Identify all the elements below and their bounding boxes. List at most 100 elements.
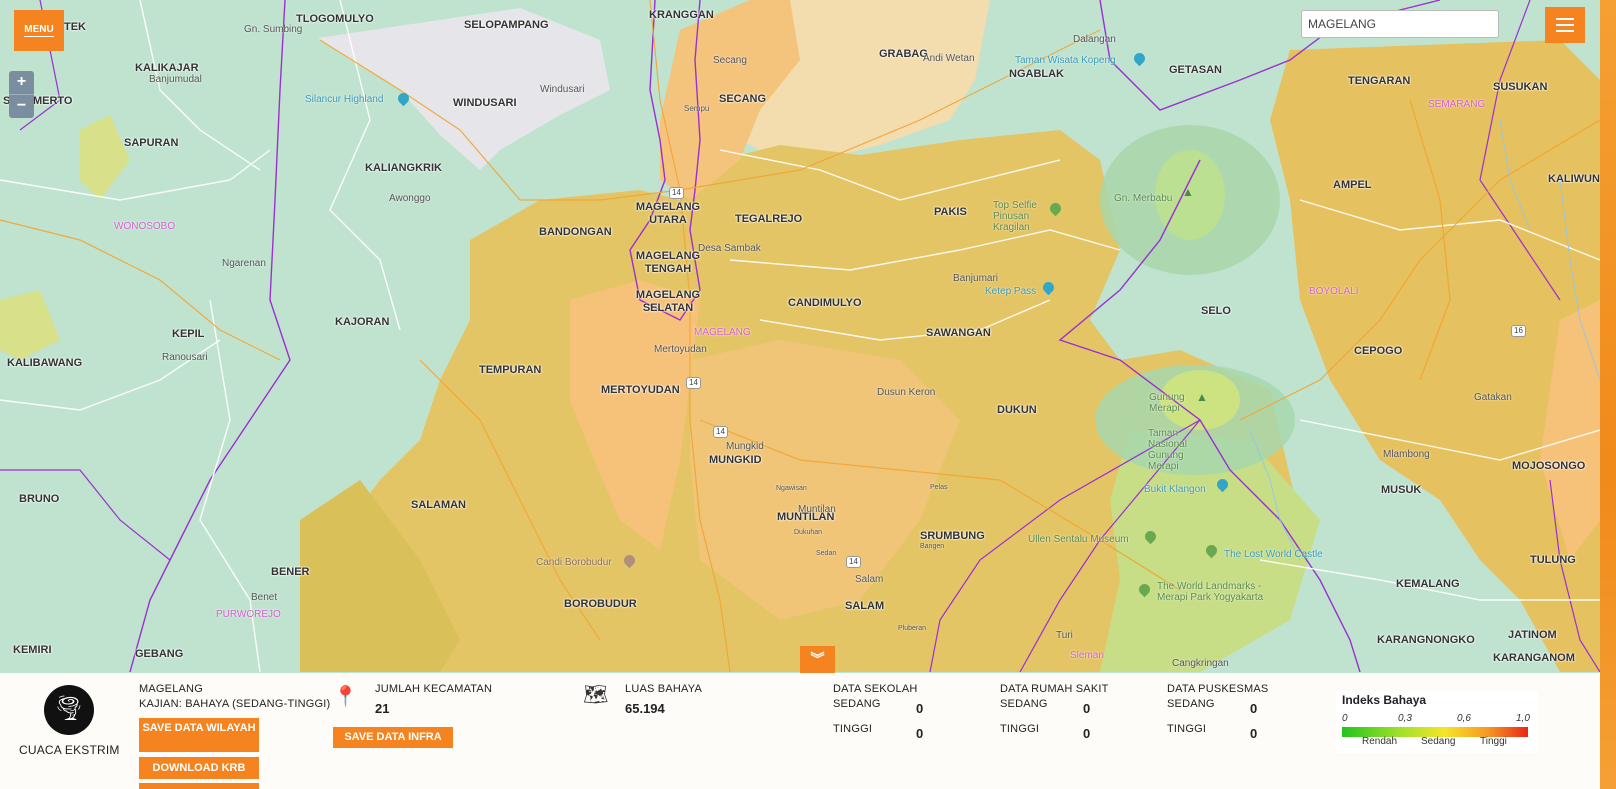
more-button[interactable] [139, 783, 259, 789]
legend-tick: 1,0 [1516, 713, 1530, 724]
town-label: KALIWUNGU [1548, 173, 1600, 185]
map-fold-icon: 🗺 [583, 684, 609, 706]
zoom-out-button[interactable]: − [9, 95, 34, 118]
download-krb-button[interactable]: DOWNLOAD KRB [139, 757, 259, 779]
town-label: KALIBAWANG [7, 357, 83, 369]
poi-label: Top Selfie Pinusan Kragilan [993, 200, 1037, 233]
poi-label: Gunung Merapi [1149, 392, 1185, 414]
town-label: BOROBUDUR [564, 598, 637, 610]
sekolah-tinggi-label: TINGGI [833, 723, 873, 735]
chevron-down-double-icon: ︾ [810, 651, 825, 667]
sekolah-sedang-value: 0 [916, 701, 924, 716]
sekolah-tinggi-value: 0 [916, 726, 924, 741]
hazard-map[interactable]: TEK TLOGOMULYO SELOPAMPANG KRANGGAN GRAB… [0, 0, 1600, 672]
place-label: Mungkid [726, 441, 764, 452]
town-label: TLOGOMULYO [296, 13, 374, 25]
town-label: SALAM [845, 600, 885, 612]
place-label: Dusun Keron [877, 387, 936, 398]
place-label: Benet [251, 592, 278, 603]
town-label: KEMALANG [1396, 578, 1460, 590]
volcano-icon: ▲ [1196, 390, 1208, 404]
zoom-control: + − [9, 71, 34, 118]
place-label: Ranousari [162, 352, 208, 363]
place-label: Awonggo [389, 193, 431, 204]
town-label: DUKUN [997, 404, 1037, 416]
road-shield: 14 [713, 426, 728, 438]
jumlah-kecamatan-value: 21 [375, 701, 390, 716]
legend-label: Sedang [1421, 736, 1456, 747]
collapse-panel-button[interactable]: ︾ [800, 646, 835, 673]
town-label: MUSUK [1381, 484, 1422, 496]
hamburger-line [1556, 30, 1574, 32]
regency-label: PURWOREJO [216, 609, 281, 620]
town-label: KARANGANOM [1493, 652, 1575, 664]
regency-label: SEMARANG [1428, 99, 1486, 110]
location-search-input[interactable] [1301, 10, 1499, 38]
rumah-sakit-title: DATA RUMAH SAKIT [1000, 683, 1109, 695]
place-label: Turi [1056, 630, 1073, 641]
poi-label: The World Landmarks - Merapi Park Yogyak… [1157, 581, 1264, 603]
poi-label: Ullen Sentalu Museum [1028, 534, 1129, 545]
town-label: MAGELANG SELATAN [635, 289, 701, 314]
town-label: CEPOGO [1354, 345, 1403, 357]
zoom-in-button[interactable]: + [9, 71, 34, 95]
place-label: Desa Sambak [698, 243, 761, 254]
town-label: SAPURAN [124, 137, 179, 149]
place-label: Gatakan [1474, 392, 1512, 403]
place-label: Mertoyudan [654, 344, 707, 355]
town-label: TENGARAN [1348, 75, 1411, 87]
town-label: AMPEL [1333, 179, 1372, 191]
puskesmas-sedang-label: SEDANG [1167, 698, 1215, 710]
puskesmas-title: DATA PUSKESMAS [1167, 683, 1269, 695]
save-infra-button[interactable]: SAVE DATA INFRA [333, 727, 453, 748]
luas-bahaya-label: LUAS BAHAYA [625, 683, 702, 695]
poi-label: The Lost World Castle [1224, 549, 1323, 560]
poi-label: Silancur Highland [305, 94, 384, 105]
legend-tick: 0,6 [1457, 713, 1471, 724]
road-shield: 14 [846, 556, 861, 568]
town-label: TEMPURAN [479, 364, 542, 376]
place-label: Windusari [540, 84, 585, 95]
hazard-index-legend: Indeks Bahaya 0 0,3 0,6 1,0 Rendah Sedan… [1336, 691, 1538, 753]
town-label: GEBANG [135, 648, 184, 660]
rumah-sakit-sedang-label: SEDANG [1000, 698, 1048, 710]
menu-button-label: MENU [24, 24, 54, 37]
town-label: KAJORAN [335, 316, 390, 328]
menu-button[interactable]: MENU [14, 10, 64, 51]
town-label: MERTOYUDAN [601, 384, 680, 396]
place-label: Ngarenan [222, 258, 266, 269]
regency-label: BOYOLALI [1309, 286, 1359, 297]
volcano-icon: ▲ [1182, 185, 1194, 199]
town-label: KARANGNONGKO [1377, 634, 1475, 646]
place-label: Andi Wetan [923, 53, 975, 64]
town-label: KEPIL [172, 328, 205, 340]
poi-label: Candi Borobudur [536, 557, 612, 568]
town-label: SELOPAMPANG [464, 19, 549, 31]
poi-label: Taman Nasional Gunung Merapi [1148, 428, 1187, 472]
place-label: Pluberan [898, 625, 927, 632]
place-label: Secang [713, 55, 747, 66]
poi-label: Ketep Pass [985, 286, 1037, 297]
poi-label: Gn. Merbabu [1114, 193, 1173, 204]
hamburger-menu-button[interactable] [1545, 7, 1585, 43]
place-label: Banjumari [953, 273, 999, 284]
region-name: MAGELANG [139, 683, 203, 695]
town-label: SALAMAN [411, 499, 466, 511]
place-label: Sempu [684, 104, 710, 113]
place-label: Salam [855, 574, 884, 585]
tornado-icon[interactable]: 🌪 [44, 685, 94, 735]
luas-bahaya-value: 65.194 [625, 701, 665, 716]
regency-label: WONOSOBO [114, 221, 176, 232]
legend-tick: 0,3 [1398, 713, 1412, 724]
legend-label: Rendah [1362, 736, 1398, 747]
town-label: GRABAG [879, 48, 928, 60]
place-label: Ngawisan [776, 485, 807, 492]
rumah-sakit-tinggi-label: TINGGI [1000, 723, 1040, 735]
save-wilayah-button[interactable]: SAVE DATA WILAYAH [139, 718, 259, 752]
jumlah-kecamatan-label: JUMLAH KECAMATAN [375, 683, 493, 695]
hamburger-line [1556, 24, 1574, 26]
town-label: BENER [271, 566, 310, 578]
place-label: Muntilan [798, 504, 836, 515]
town-label: CANDIMULYO [788, 297, 862, 309]
town-label: SRUMBUNG [920, 530, 985, 542]
